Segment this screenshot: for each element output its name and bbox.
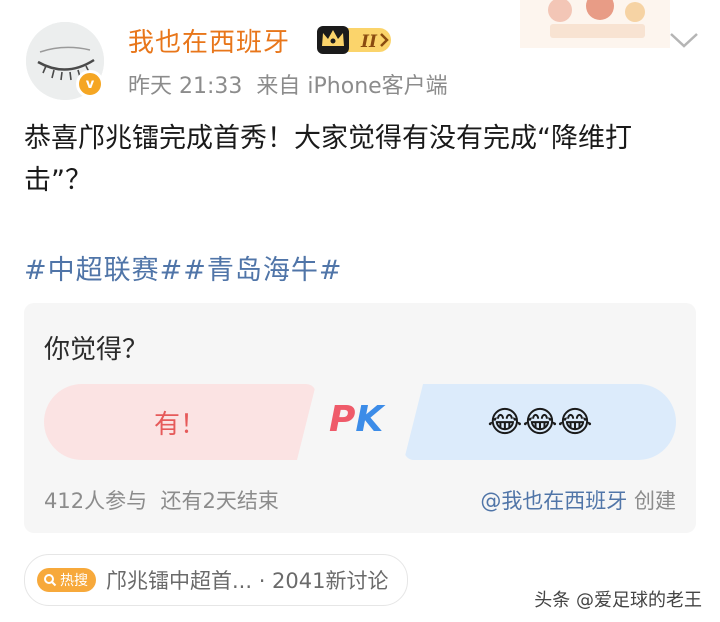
verified-badge: v: [76, 70, 104, 98]
hot-search-text: 邝兆镭中超首... · 2041新讨论: [106, 569, 389, 593]
vote-option-laugh[interactable]: 😂😂😂: [404, 384, 676, 460]
watermark: 头条 @爱足球的老王: [534, 590, 702, 611]
decorative-banner: [520, 0, 670, 48]
crown-icon[interactable]: II: [315, 24, 393, 56]
pk-k: K: [355, 399, 384, 440]
username[interactable]: 我也在西班牙: [128, 22, 290, 59]
pk-p: P: [329, 399, 356, 440]
post-source[interactable]: iPhone客户端: [307, 74, 447, 99]
post-meta: 昨天 21:33 来自 iPhone客户端: [128, 68, 448, 100]
creator-suffix: 创建: [634, 489, 676, 513]
chevron-down-icon[interactable]: [668, 30, 700, 50]
pk-label: PK: [329, 399, 383, 440]
search-icon: [44, 574, 57, 587]
vote-question: 你觉得？: [44, 335, 149, 365]
vote-remaining: 还有2天结束: [160, 489, 279, 513]
creator-link[interactable]: @我也在西班牙: [480, 489, 627, 513]
hot-search-badge-label: 热搜: [60, 573, 88, 589]
hot-search-pill[interactable]: 热搜 邝兆镭中超首... · 2041新讨论: [24, 554, 408, 606]
vote-option-yes[interactable]: 有！: [44, 384, 316, 460]
vote-stats: 412人参与 还有2天结束: [44, 485, 279, 515]
vote-card: 你觉得？ 有！ PK 😂😂😂 412人参与 还有2天结束 @我也在西班牙 创建: [24, 303, 696, 533]
hashtags[interactable]: #中超联赛##青岛海牛#: [24, 248, 343, 287]
vote-participants: 412人参与: [44, 489, 148, 513]
vote-creator: @我也在西班牙 创建: [480, 485, 676, 515]
post-time: 昨天 21:33: [128, 74, 243, 99]
source-prefix: 来自: [256, 74, 301, 99]
post-content: 恭喜邝兆镭完成首秀！大家觉得有没有完成“降维打击”？: [24, 123, 632, 196]
hot-search-badge: 热搜: [37, 568, 96, 592]
vip-level: II: [360, 32, 378, 52]
